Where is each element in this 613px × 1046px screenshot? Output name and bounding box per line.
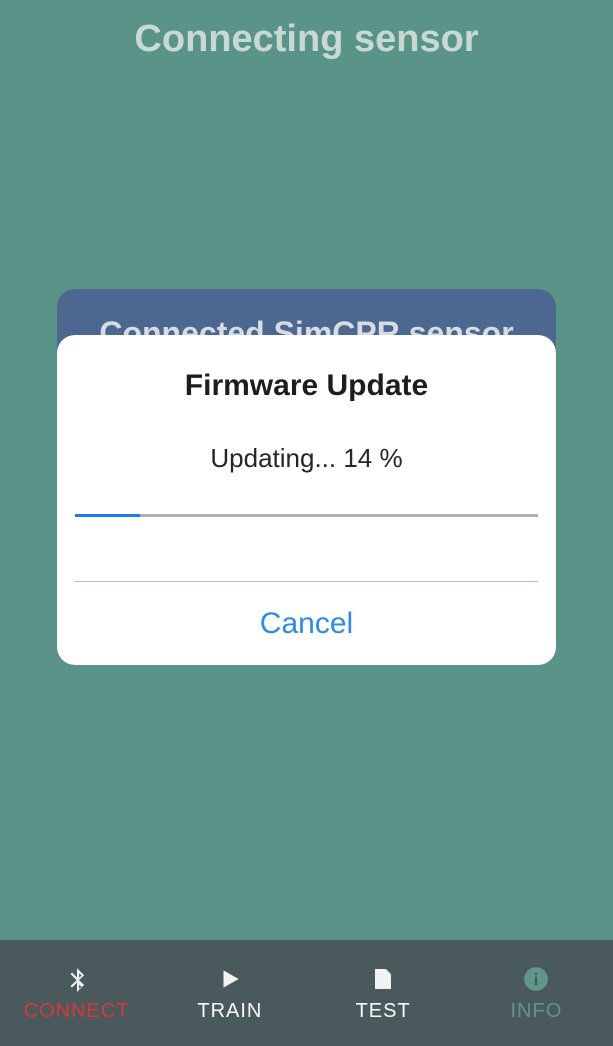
progress-bar-fill xyxy=(75,514,140,517)
dialog-title: Firmware Update xyxy=(57,335,556,403)
cancel-button[interactable]: Cancel xyxy=(57,582,556,665)
info-icon xyxy=(521,964,551,994)
dialog-status-text: Updating... 14 % xyxy=(57,403,556,474)
tab-info-label: INFO xyxy=(510,1000,562,1023)
file-icon xyxy=(368,964,398,994)
tab-connect[interactable]: CONNECT xyxy=(0,964,153,1023)
tab-info[interactable]: INFO xyxy=(460,964,613,1023)
tab-train[interactable]: TRAIN xyxy=(153,964,306,1023)
firmware-update-dialog: Firmware Update Updating... 14 % Cancel xyxy=(57,335,556,665)
tab-test-label: TEST xyxy=(356,1000,411,1023)
bluetooth-icon xyxy=(62,964,92,994)
tab-train-label: TRAIN xyxy=(197,1000,262,1023)
tab-connect-label: CONNECT xyxy=(24,1000,130,1023)
progress-bar xyxy=(75,514,538,517)
tab-test[interactable]: TEST xyxy=(307,964,460,1023)
play-icon xyxy=(215,964,245,994)
tab-bar: CONNECT TRAIN TEST INFO xyxy=(0,940,613,1046)
page-title: Connecting sensor xyxy=(0,0,613,61)
